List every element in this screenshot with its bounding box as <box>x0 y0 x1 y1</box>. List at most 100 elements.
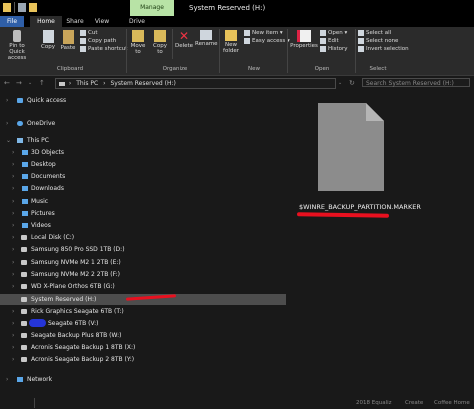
nav-drive-f[interactable]: › Samsung NVMe M2 2 2TB (F:) <box>0 269 286 280</box>
nav-3d-objects[interactable]: › 3D Objects <box>0 147 286 158</box>
nav-network[interactable]: › Network <box>0 374 286 385</box>
refresh-icon[interactable]: ↻ <box>349 79 355 87</box>
up-arrow-icon[interactable]: ↑ <box>39 79 45 87</box>
copy-path-button[interactable]: Copy path <box>80 37 127 45</box>
paste-button[interactable]: Paste <box>59 30 77 51</box>
back-arrow-icon[interactable]: ← <box>4 79 10 87</box>
nav-drive-d[interactable]: › Samsung 850 Pro SSD 1TB (D:) <box>0 244 286 255</box>
ribbon: Pin to Quick access Copy Paste Cut Copy … <box>0 27 474 76</box>
chevron-right-icon[interactable]: › <box>6 95 8 106</box>
tab-file[interactable]: File <box>0 16 24 27</box>
chevron-right-icon[interactable]: › <box>12 269 14 280</box>
chevron-right-icon[interactable]: › <box>12 244 14 255</box>
nav-pictures[interactable]: › Pictures <box>0 208 286 219</box>
navigation-pane: › Quick access › OneDrive ⌄ This PC › 3D… <box>0 93 286 393</box>
history-button[interactable]: History <box>320 45 348 53</box>
chevron-right-icon[interactable]: › <box>12 159 14 170</box>
open-button[interactable]: Open ▾ <box>320 29 348 37</box>
nav-this-pc[interactable]: ⌄ This PC <box>0 135 286 146</box>
clipboard-small-buttons: Cut Copy path Paste shortcut <box>80 29 127 53</box>
pin-label: Pin to Quick access <box>7 43 27 61</box>
easy-access-button[interactable]: Easy access ▾ <box>244 37 290 45</box>
chevron-right-icon[interactable]: › <box>12 354 14 365</box>
copy-button[interactable]: Copy <box>40 30 56 50</box>
properties-icon[interactable] <box>18 3 26 12</box>
nav-drive-g[interactable]: › WD X-Plane Orthos 6TB (G:) <box>0 281 286 292</box>
rename-button[interactable]: Rename <box>195 30 218 47</box>
drive-icon <box>21 333 27 338</box>
pin-quick-access-button[interactable]: Pin to Quick access <box>3 30 31 61</box>
drive-icon <box>21 284 27 289</box>
address-dropdown-icon[interactable]: ⌄ <box>338 80 342 86</box>
nav-onedrive[interactable]: › OneDrive <box>0 118 286 129</box>
edit-button[interactable]: Edit <box>320 37 348 45</box>
select-none-button[interactable]: Select none <box>358 37 409 45</box>
delete-button[interactable]: ✕ Delete <box>174 30 194 49</box>
chevron-down-icon[interactable]: ⌄ <box>6 135 11 146</box>
chevron-right-icon[interactable]: › <box>12 306 14 317</box>
cut-button[interactable]: Cut <box>80 29 127 37</box>
search-input[interactable]: Search System Reserved (H:) <box>362 78 470 87</box>
nav-documents[interactable]: › Documents <box>0 171 286 182</box>
tab-drive-tools[interactable]: Drive Tools <box>121 16 153 36</box>
nav-drive-x[interactable]: › Acronis Seagate Backup 1 8TB (X:) <box>0 342 286 353</box>
drive-icon <box>21 272 27 277</box>
nav-music[interactable]: › Music <box>0 196 286 207</box>
nav-drive-y[interactable]: › Acronis Seagate Backup 2 8TB (Y:) <box>0 354 286 365</box>
move-to-label: Move to <box>130 43 146 55</box>
select-small-buttons: Select all Select none Invert selection <box>358 29 409 53</box>
chevron-right-icon[interactable]: › <box>12 318 14 329</box>
chevron-right-icon[interactable]: › <box>12 220 14 231</box>
nav-desktop[interactable]: › Desktop <box>0 159 286 170</box>
new-folder-icon[interactable] <box>29 3 37 12</box>
copy-path-icon <box>80 37 86 44</box>
paste-shortcut-icon <box>80 45 86 52</box>
chevron-right-icon[interactable]: › <box>12 196 14 207</box>
chevron-right-icon[interactable]: › <box>12 257 14 268</box>
nav-drive-t[interactable]: › Rick Graphics Seagate 6TB (T:) <box>0 306 286 317</box>
breadcrumb-drive[interactable]: System Reserved (H:) <box>110 80 175 87</box>
chevron-right-icon[interactable]: › <box>12 208 14 219</box>
new-item-button[interactable]: New item ▾ <box>244 29 290 37</box>
nav-drive-w[interactable]: › Seagate Backup Plus 8TB (W:) <box>0 330 286 341</box>
properties-button[interactable]: Properties <box>290 30 318 49</box>
copy-to-button[interactable]: Copy to <box>151 30 169 55</box>
chevron-right-icon[interactable]: › <box>12 342 14 353</box>
paste-shortcut-button[interactable]: Paste shortcut <box>80 45 127 53</box>
breadcrumb-this-pc[interactable]: This PC <box>76 80 98 87</box>
select-all-button[interactable]: Select all <box>358 29 409 37</box>
address-bar[interactable]: › This PC › System Reserved (H:) <box>55 78 336 89</box>
chevron-right-icon[interactable]: › <box>12 232 14 243</box>
nav-drive-c[interactable]: › Local Disk (C:) <box>0 232 286 243</box>
nav-videos[interactable]: › Videos <box>0 220 286 231</box>
nav-drive-e[interactable]: › Samsung NVMe M2 1 2TB (E:) <box>0 257 286 268</box>
manage-context-tab[interactable]: Manage <box>130 0 174 16</box>
recent-locations-chevron-icon[interactable]: ⌄ <box>28 80 32 86</box>
chevron-right-icon[interactable]: › <box>12 171 14 182</box>
move-to-button[interactable]: Move to <box>129 30 147 55</box>
chevron-right-icon[interactable]: › <box>6 374 8 385</box>
nav-label: Samsung 850 Pro SSD 1TB (D:) <box>31 246 125 253</box>
cloud-icon <box>17 121 23 126</box>
pin-icon <box>13 30 21 42</box>
nav-quick-access[interactable]: › Quick access <box>0 95 286 106</box>
breadcrumb-separator: › <box>68 80 72 87</box>
forward-arrow-icon[interactable]: → <box>16 79 22 87</box>
tab-home[interactable]: Home <box>30 16 62 27</box>
chevron-right-icon[interactable]: › <box>6 118 8 129</box>
rename-icon <box>200 30 212 40</box>
chevron-right-icon[interactable]: › <box>12 183 14 194</box>
chevron-right-icon[interactable]: › <box>12 147 14 158</box>
cube-icon <box>22 150 28 155</box>
chevron-right-icon[interactable]: › <box>12 281 14 292</box>
nav-downloads[interactable]: › Downloads <box>0 183 286 194</box>
tab-share[interactable]: Share <box>64 16 86 27</box>
paste-icon <box>62 30 74 44</box>
invert-selection-button[interactable]: Invert selection <box>358 45 409 53</box>
new-folder-button[interactable]: New folder <box>222 30 240 54</box>
select-none-icon <box>358 37 364 44</box>
tab-view[interactable]: View <box>91 16 113 27</box>
chevron-right-icon[interactable]: › <box>12 330 14 341</box>
folder-icon <box>3 3 11 12</box>
properties-label: Properties <box>290 43 318 49</box>
